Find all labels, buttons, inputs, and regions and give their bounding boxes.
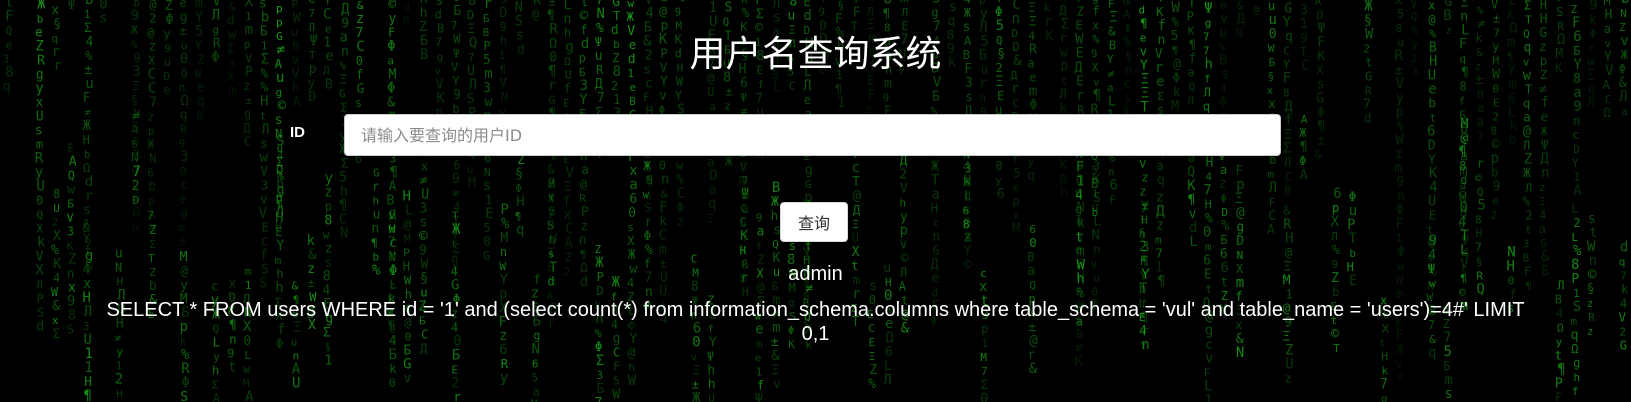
page-title: 用户名查询系统 — [689, 34, 942, 75]
user-id-input[interactable] — [344, 114, 1281, 156]
sql-query-text: SELECT * FROM users WHERE id = '1' and (… — [106, 299, 1525, 345]
query-button[interactable]: 查询 — [780, 202, 848, 242]
result-username: admin — [788, 263, 843, 285]
id-label: ID — [290, 124, 305, 141]
query-page: 用户名查询系统 ID 查询 admin SELECT * FROM users … — [0, 0, 1631, 402]
